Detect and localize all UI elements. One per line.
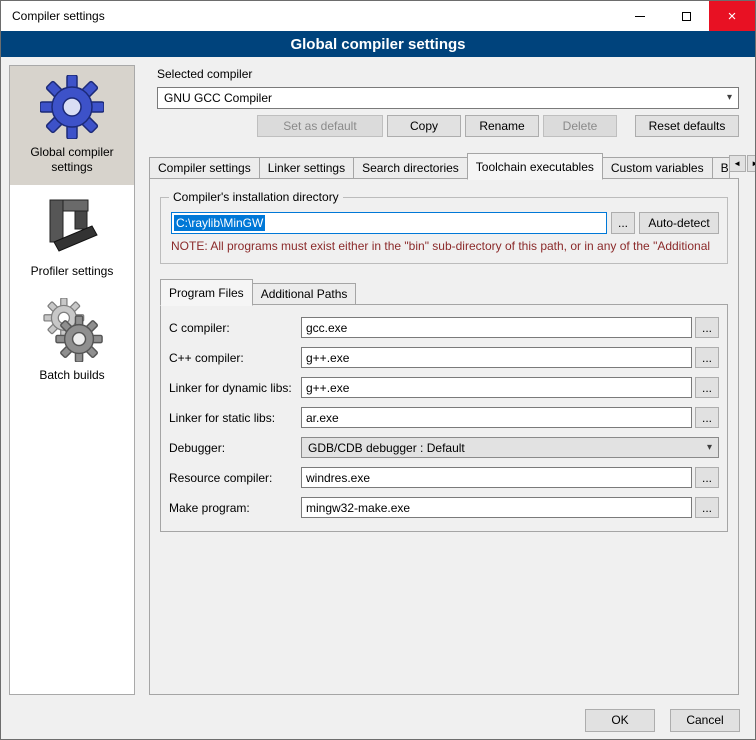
make-program-label: Make program:	[169, 501, 301, 515]
linker-dynamic-browse-button[interactable]: ...	[695, 377, 719, 398]
selected-compiler-section: Selected compiler GNU GCC Compiler ▾ Set…	[157, 65, 739, 137]
field-row-linker-dynamic: Linker for dynamic libs: ...	[169, 377, 719, 398]
tab-scroll-right-button[interactable]: ►	[747, 155, 755, 172]
tab-linker-settings[interactable]: Linker settings	[259, 157, 354, 179]
sidebar-item-global-compiler-settings[interactable]: Global compiler settings	[10, 66, 134, 185]
tab-compiler-settings[interactable]: Compiler settings	[149, 157, 260, 179]
cpp-compiler-browse-button[interactable]: ...	[695, 347, 719, 368]
delete-button: Delete	[543, 115, 617, 137]
tab-custom-variables[interactable]: Custom variables	[602, 157, 713, 179]
chevron-down-icon: ▾	[707, 443, 712, 453]
minimize-icon	[635, 16, 645, 17]
installation-directory-browse-button[interactable]: ...	[611, 212, 635, 234]
batch-builds-gears-icon	[40, 298, 104, 362]
field-row-make-program: Make program: ...	[169, 497, 719, 518]
sidebar: Global compiler settings Profiler settin…	[9, 65, 135, 695]
resource-compiler-browse-button[interactable]: ...	[695, 467, 719, 488]
global-compiler-settings-gear-icon	[40, 75, 104, 139]
cancel-button[interactable]: Cancel	[670, 709, 740, 732]
close-icon: ×	[728, 9, 737, 24]
sidebar-item-batch-builds[interactable]: Batch builds	[10, 289, 134, 393]
toolchain-executables-panel: Compiler's installation directory C:\ray…	[149, 178, 739, 695]
minimize-button[interactable]	[617, 1, 663, 31]
installation-directory-legend: Compiler's installation directory	[169, 190, 343, 204]
tab-search-directories[interactable]: Search directories	[353, 157, 468, 179]
sidebar-item-label: Profiler settings	[31, 264, 114, 279]
cpp-compiler-input[interactable]	[301, 347, 692, 368]
installation-directory-groupbox: Compiler's installation directory C:\ray…	[160, 197, 728, 264]
close-button[interactable]: ×	[709, 1, 755, 31]
make-program-input[interactable]	[301, 497, 692, 518]
program-files-panel: C compiler: ... C++ compiler: ... Linker…	[160, 304, 728, 532]
chevron-down-icon: ▾	[727, 93, 732, 103]
field-row-linker-static: Linker for static libs: ...	[169, 407, 719, 428]
maximize-icon	[682, 12, 691, 21]
ok-button[interactable]: OK	[585, 709, 655, 732]
linker-static-label: Linker for static libs:	[169, 411, 301, 425]
main-tabbar: Compiler settings Linker settings Search…	[149, 153, 739, 179]
linker-dynamic-input[interactable]	[301, 377, 692, 398]
field-row-cpp-compiler: C++ compiler: ...	[169, 347, 719, 368]
dialog-header: Global compiler settings	[1, 31, 755, 57]
c-compiler-browse-button[interactable]: ...	[695, 317, 719, 338]
dialog-header-title: Global compiler settings	[290, 36, 465, 53]
linker-static-input[interactable]	[301, 407, 692, 428]
caption-buttons: ×	[617, 1, 755, 31]
auto-detect-button[interactable]: Auto-detect	[639, 212, 719, 234]
selected-compiler-value: GNU GCC Compiler	[164, 91, 727, 105]
c-compiler-label: C compiler:	[169, 321, 301, 335]
compiler-settings-window: Compiler settings × Global compiler sett…	[0, 0, 756, 740]
tab-program-files[interactable]: Program Files	[160, 279, 253, 306]
tab-scroll-buttons: ◄ ►	[729, 155, 755, 172]
dialog-footer: OK Cancel	[1, 701, 755, 739]
installation-directory-row: C:\raylib\MinGW ... Auto-detect	[171, 212, 719, 234]
tab-scroll-left-button[interactable]: ◄	[729, 155, 746, 172]
main-panel: Selected compiler GNU GCC Compiler ▾ Set…	[141, 65, 747, 695]
set-as-default-button: Set as default	[257, 115, 383, 137]
reset-defaults-button[interactable]: Reset defaults	[635, 115, 739, 137]
c-compiler-input[interactable]	[301, 317, 692, 338]
debugger-select[interactable]: GDB/CDB debugger : Default ▾	[301, 437, 719, 458]
cpp-compiler-label: C++ compiler:	[169, 351, 301, 365]
tab-build-options[interactable]: Builc	[712, 157, 730, 179]
make-program-browse-button[interactable]: ...	[695, 497, 719, 518]
copy-button[interactable]: Copy	[387, 115, 461, 137]
profiler-tool-icon	[40, 194, 104, 258]
debugger-label: Debugger:	[169, 441, 301, 455]
sidebar-item-label: Batch builds	[39, 368, 104, 383]
sidebar-item-profiler-settings[interactable]: Profiler settings	[10, 185, 134, 289]
tab-toolchain-executables[interactable]: Toolchain executables	[467, 153, 603, 180]
resource-compiler-input[interactable]	[301, 467, 692, 488]
tab-scroll-right-icon: ►	[751, 159, 755, 168]
installation-directory-value: C:\raylib\MinGW	[174, 215, 265, 231]
selected-compiler-combobox[interactable]: GNU GCC Compiler ▾	[157, 87, 739, 109]
installation-note: NOTE: All programs must exist either in …	[171, 239, 719, 253]
rename-button[interactable]: Rename	[465, 115, 539, 137]
linker-dynamic-label: Linker for dynamic libs:	[169, 381, 301, 395]
resource-compiler-label: Resource compiler:	[169, 471, 301, 485]
dialog-content: Global compiler settings Profiler settin…	[1, 57, 755, 701]
selected-compiler-label: Selected compiler	[157, 67, 739, 81]
window-title: Compiler settings	[1, 9, 105, 23]
installation-directory-input[interactable]: C:\raylib\MinGW	[171, 212, 607, 234]
program-files-tabbar: Program Files Additional Paths	[160, 280, 728, 305]
maximize-button[interactable]	[663, 1, 709, 31]
compiler-button-row: Set as default Copy Rename Delete Reset …	[157, 115, 739, 137]
field-row-resource-compiler: Resource compiler: ...	[169, 467, 719, 488]
tab-additional-paths[interactable]: Additional Paths	[252, 283, 357, 305]
titlebar: Compiler settings ×	[1, 1, 755, 31]
field-row-debugger: Debugger: GDB/CDB debugger : Default ▾	[169, 437, 719, 458]
tab-scroll-left-icon: ◄	[733, 159, 741, 168]
sidebar-item-label: Global compiler settings	[13, 145, 131, 175]
field-row-c-compiler: C compiler: ...	[169, 317, 719, 338]
debugger-value: GDB/CDB debugger : Default	[308, 441, 707, 455]
linker-static-browse-button[interactable]: ...	[695, 407, 719, 428]
